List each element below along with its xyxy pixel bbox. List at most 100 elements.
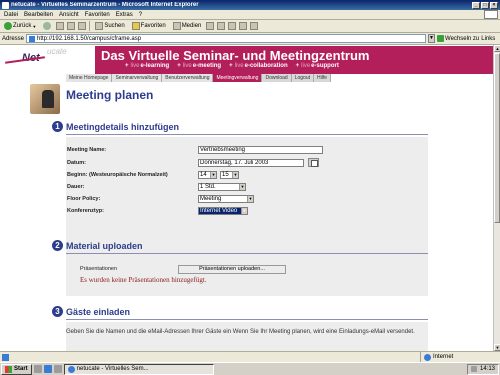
taskbar: Start netucate - Virtuelles Sem... 14:13 [0, 362, 500, 375]
section-2-title: Material uploaden [66, 240, 143, 251]
nav-meine-homepage[interactable]: Meine Homepage [66, 74, 113, 82]
media-icon [172, 22, 181, 30]
begin-hour-select[interactable]: 14 ▼ [198, 171, 217, 179]
window-controls: _ □ × [472, 1, 498, 9]
begin-label: Beginn: (Westeuropäische Normalzeit) [67, 172, 168, 178]
begin-hour-value: 14 [200, 172, 207, 178]
nav-hilfe[interactable]: Hilfe [314, 74, 332, 82]
page-title: Meeting planen [66, 88, 154, 102]
chevron-down-icon: ▼ [239, 184, 245, 190]
material-upload-panel: Präsentationen Präsentationen uploaden..… [66, 256, 428, 296]
no-presentations-message: Es wurden keine Präsentationen hinzugefü… [80, 276, 207, 284]
quicklaunch-desktop-icon[interactable] [33, 365, 42, 373]
date-label: Datum: [67, 160, 86, 166]
page-icon [29, 35, 36, 42]
minimize-button[interactable]: _ [472, 1, 480, 9]
meeting-person-image [30, 84, 60, 114]
stop-icon[interactable] [56, 22, 65, 30]
address-dropdown[interactable]: ▼ [428, 34, 436, 43]
system-tray: 14:13 [466, 363, 499, 375]
start-button[interactable]: Start [1, 363, 32, 375]
status-bar: Internet [0, 351, 500, 362]
search-button[interactable]: Suchen [93, 21, 126, 32]
print-icon[interactable] [228, 22, 237, 30]
address-label: Adresse [2, 35, 25, 42]
maximize-button[interactable]: □ [481, 1, 489, 9]
address-url: http://192.168.1.50/campus/cframe.asp [37, 35, 142, 42]
chevron-down-icon: ▼ [232, 172, 238, 178]
meeting-name-input[interactable]: Vertriebsmeeting [198, 146, 323, 154]
section-1-header: 1 Meetingdetails hinzufügen [52, 121, 179, 132]
section-3-header: 3 Gäste einladen [52, 306, 130, 317]
conference-type-label: Konferenztyp: [67, 208, 104, 214]
page-loaded-icon [2, 353, 9, 361]
nav-download[interactable]: Download [262, 74, 292, 82]
conference-type-select[interactable]: Internet Video ▼ [198, 207, 248, 215]
duration-select[interactable]: 1 Std. ▼ [198, 183, 246, 191]
windows-logo-icon [484, 10, 498, 19]
menu-extras[interactable]: Extras [116, 12, 133, 18]
conference-type-value: Internet Video [200, 208, 238, 214]
netucate-logo: ucate Net [0, 45, 100, 74]
back-arrow-icon [4, 22, 12, 30]
main-nav: Meine Homepage Seminarverwaltung Benutze… [66, 74, 332, 82]
invite-instructions: Geben Sie die Namen und die eMail-Adress… [66, 329, 415, 335]
discuss-icon[interactable] [250, 22, 259, 30]
go-button[interactable]: Wechseln zu [437, 35, 479, 42]
duration-label: Dauer: [67, 184, 85, 190]
favorites-label: Favoriten [140, 23, 166, 29]
forward-button[interactable] [41, 21, 53, 32]
date-input[interactable]: Donnerstag, 17. Juli 2003 [198, 159, 304, 167]
menu-bearbeiten[interactable]: Bearbeiten [24, 12, 53, 18]
page-content: ucate Net Das Virtuelle Seminar- und Mee… [0, 45, 493, 351]
nav-benutzerverwaltung[interactable]: Benutzerverwaltung [162, 74, 214, 82]
window-title-bar: netucate - Virtuelles Seminarzentrum - M… [0, 0, 500, 10]
search-icon [95, 22, 104, 30]
back-button[interactable]: Zurück ▼ [2, 21, 38, 32]
links-button[interactable]: Links [481, 36, 495, 42]
invite-guests-panel: Geben Sie die Namen und die eMail-Adress… [66, 322, 428, 351]
nav-meetingverwaltung[interactable]: Meetingverwaltung [213, 74, 263, 82]
forward-arrow-icon [43, 22, 52, 30]
upload-presentations-button[interactable]: Präsentationen uploaden... [178, 265, 286, 274]
home-icon[interactable] [78, 22, 87, 30]
menu-ansicht[interactable]: Ansicht [59, 12, 79, 18]
network-icon[interactable] [470, 366, 477, 372]
media-button[interactable]: Medien [171, 21, 204, 32]
refresh-icon[interactable] [67, 22, 76, 30]
section-1-title: Meetingdetails hinzufügen [66, 121, 180, 132]
menu-bar: Datei Bearbeiten Ansicht Favoriten Extra… [0, 10, 500, 20]
chevron-down-icon: ▼ [241, 208, 247, 214]
favorites-button[interactable]: Favoriten [130, 21, 168, 32]
taskbar-ie-window[interactable]: netucate - Virtuelles Sem... [63, 363, 214, 375]
section-2-number: 2 [52, 240, 63, 251]
star-icon [131, 22, 140, 30]
chevron-down-icon: ▼ [210, 172, 216, 178]
floor-policy-value: Meeting [200, 196, 222, 202]
zone-label: Internet [433, 354, 454, 360]
address-input[interactable]: http://192.168.1.50/campus/cframe.asp [26, 34, 427, 43]
window-title: netucate - Virtuelles Seminarzentrum - M… [11, 2, 199, 8]
scroll-up-icon[interactable]: ▲ [494, 45, 500, 52]
close-button[interactable]: × [490, 1, 498, 9]
quicklaunch-ie-icon[interactable] [43, 365, 52, 373]
quicklaunch-mail-icon[interactable] [53, 365, 62, 373]
section-2-header: 2 Material uploaden [52, 240, 143, 251]
chevron-down-icon: ▼ [247, 196, 253, 202]
nav-seminarverwaltung[interactable]: Seminarverwaltung [112, 74, 163, 82]
calendar-icon[interactable] [308, 158, 319, 167]
scroll-thumb[interactable] [494, 53, 500, 223]
menu-datei[interactable]: Datei [4, 12, 18, 18]
tag-e-meeting: + livee-meeting [177, 63, 222, 69]
menu-help[interactable]: ? [139, 12, 142, 18]
edit-icon[interactable] [239, 22, 248, 30]
history-icon[interactable] [206, 22, 215, 30]
menu-favoriten[interactable]: Favoriten [85, 12, 110, 18]
floor-policy-select[interactable]: Meeting ▼ [198, 195, 254, 203]
begin-minute-select[interactable]: 15 ▼ [220, 171, 239, 179]
nav-logout[interactable]: Logout [291, 74, 314, 82]
mail-icon[interactable] [217, 22, 226, 30]
vertical-scrollbar[interactable]: ▲ ▼ [493, 45, 500, 351]
scroll-down-icon[interactable]: ▼ [494, 344, 500, 351]
media-label: Medien [181, 23, 202, 29]
